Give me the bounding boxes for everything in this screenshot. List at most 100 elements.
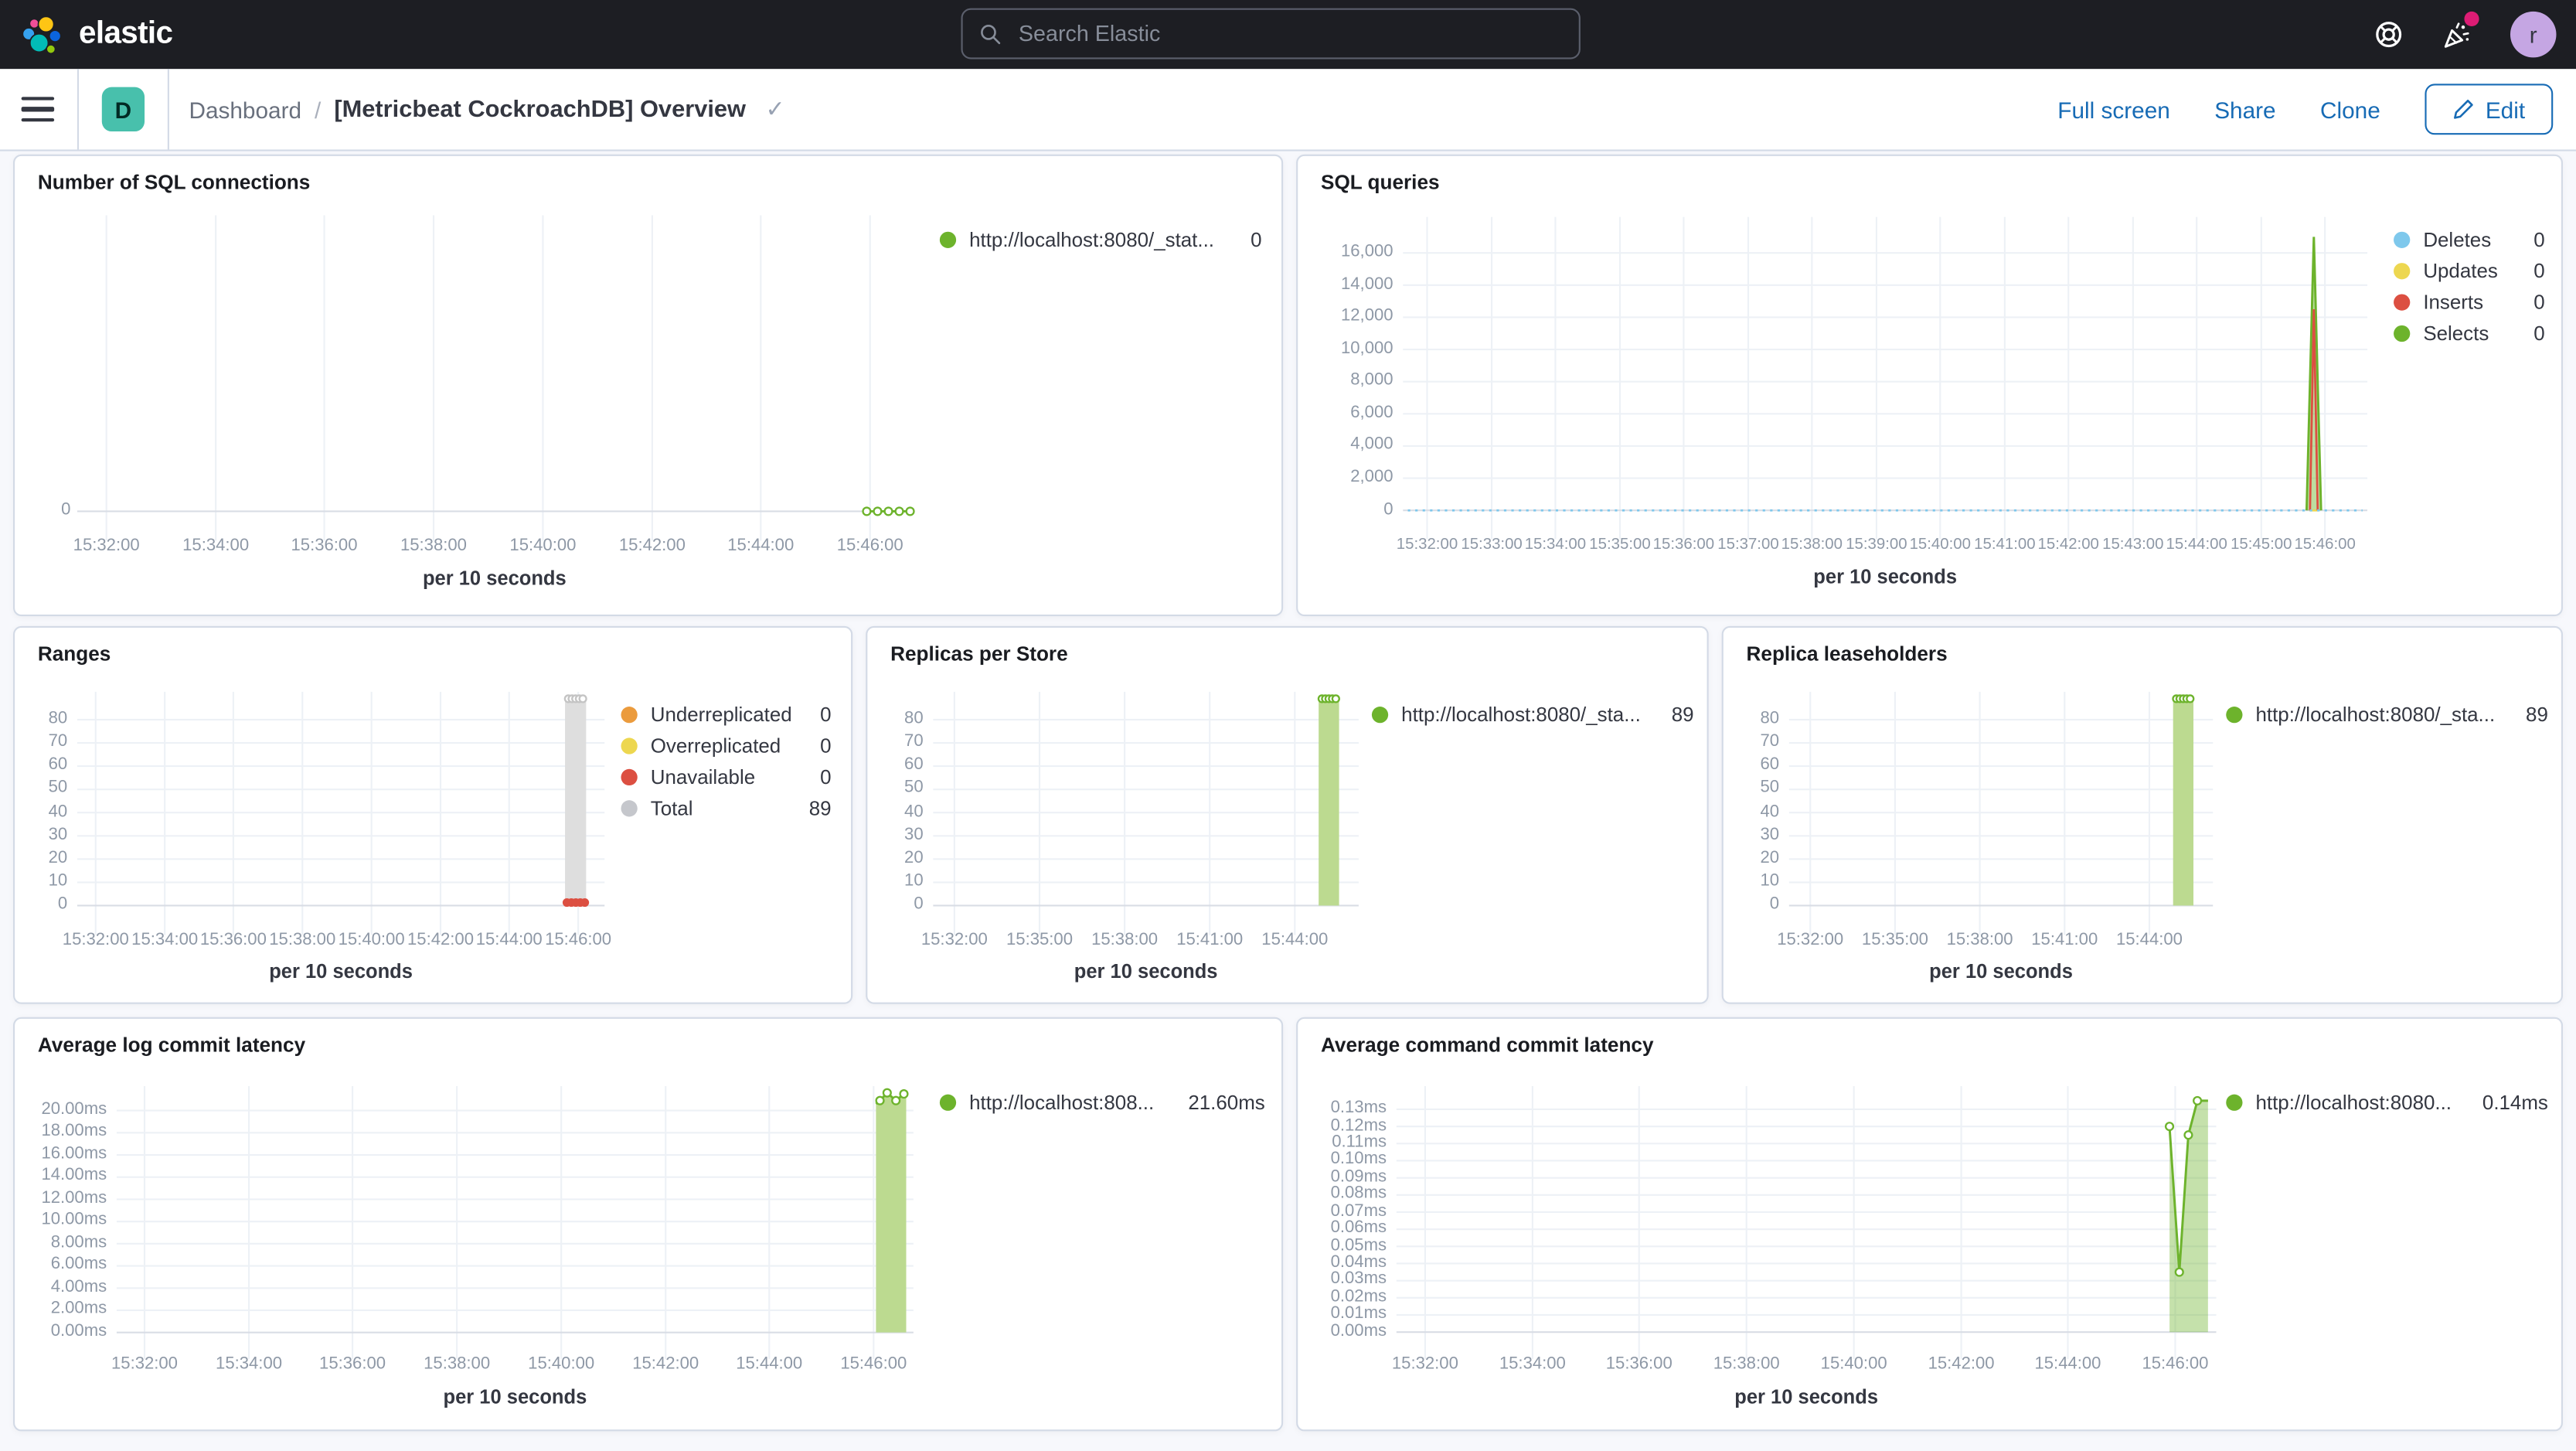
x-tick-label: 15:32:00 xyxy=(62,932,129,950)
chart-svg xyxy=(116,1086,914,1359)
chart-plot[interactable] xyxy=(77,215,915,541)
legend-value: 0 xyxy=(2533,228,2545,252)
x-tick-label: 15:40:00 xyxy=(338,932,405,950)
chart-plot[interactable] xyxy=(1788,691,2214,935)
help-button[interactable] xyxy=(2374,20,2404,49)
legend-item[interactable]: Selects 0 xyxy=(2394,322,2545,346)
whats-new-button[interactable] xyxy=(2442,10,2479,49)
x-tick-label: 15:32:00 xyxy=(111,1355,178,1374)
legend-item[interactable]: Underreplicated 0 xyxy=(621,703,832,727)
full-screen-button[interactable]: Full screen xyxy=(2057,96,2170,122)
panel-sql-queries: SQL queries 0 2,000 4,000 6,000 8,000 10,000 1… xyxy=(1296,154,2563,617)
chart-svg xyxy=(1396,1086,2217,1359)
x-tick-label: 15:44:00 xyxy=(2115,932,2183,950)
legend-value: 0 xyxy=(2533,259,2545,283)
x-tick-label: 15:40:00 xyxy=(1820,1355,1887,1374)
x-tick-label: 15:44:00 xyxy=(2166,535,2227,554)
title-check-icon[interactable]: ✓ xyxy=(766,95,785,123)
chart-plot[interactable] xyxy=(1396,1086,2217,1359)
y-tick-label: 0.00ms xyxy=(50,1322,107,1341)
x-tick-label: 15:36:00 xyxy=(1652,535,1715,554)
legend-item[interactable]: http://localhost:8080... 0.14ms xyxy=(2226,1091,2548,1114)
y-tick-label: 0.08ms xyxy=(1330,1185,1387,1204)
x-tick-label: 15:46:00 xyxy=(836,537,903,556)
x-tick-label: 15:46:00 xyxy=(2142,1355,2209,1374)
breadcrumb-separator: / xyxy=(315,96,322,123)
y-tick-label: 20.00ms xyxy=(41,1100,107,1119)
x-tick-label: 15:34:00 xyxy=(131,932,199,950)
search-input[interactable] xyxy=(1015,19,1563,48)
x-tick-label: 15:44:00 xyxy=(475,932,543,950)
chart-plot[interactable] xyxy=(77,691,605,935)
chart-plot[interactable] xyxy=(933,691,1359,935)
y-tick-label: 20 xyxy=(48,849,68,867)
y-tick-label: 50 xyxy=(1760,779,1780,798)
y-tick-label: 60 xyxy=(1760,756,1780,775)
legend-label: http://localhost:8080... xyxy=(2255,1091,2452,1115)
legend-item[interactable]: Total 89 xyxy=(621,797,832,820)
y-tick-label: 16,000 xyxy=(1340,243,1393,261)
y-tick-label: 0 xyxy=(57,895,68,915)
legend-dot xyxy=(939,231,957,248)
x-tick-label: 15:38:00 xyxy=(1713,1355,1780,1374)
legend-item[interactable]: http://localhost:8080/_stat... 0 xyxy=(939,228,1261,251)
y-tick-label: 50 xyxy=(48,779,68,798)
chart-legend: Deletes 0 Updates 0 Inserts 0 Selects 0 xyxy=(2394,228,2545,345)
legend-item[interactable]: Inserts 0 xyxy=(2394,291,2545,314)
x-tick-label: 15:46:00 xyxy=(2294,535,2356,554)
panel-title: Replica leaseholders xyxy=(1746,642,1948,666)
panel-replicas-per-store: Replicas per Store 0 10 20 30 40 50 60 70 80 15:… xyxy=(866,625,1709,1004)
breadcrumb-dashboard[interactable]: Dashboard xyxy=(189,96,301,122)
legend-item[interactable]: Updates 0 xyxy=(2394,260,2545,283)
share-button[interactable]: Share xyxy=(2214,96,2275,122)
y-tick-label: 6.00ms xyxy=(50,1255,107,1275)
chart-legend: Underreplicated 0 Overreplicated 0 Unavailab… xyxy=(621,703,832,820)
legend-label: Updates xyxy=(2423,259,2498,283)
y-tick-label: 0.10ms xyxy=(1330,1150,1387,1170)
chart-plot[interactable] xyxy=(1403,216,2368,540)
legend-value: 0.14ms xyxy=(2482,1091,2548,1115)
legend-item[interactable]: Deletes 0 xyxy=(2394,228,2545,251)
legend-value: 0 xyxy=(2533,291,2545,314)
clone-button[interactable]: Clone xyxy=(2320,96,2380,122)
legend-item[interactable]: http://localhost:808... 21.60ms xyxy=(939,1091,1265,1115)
panel-number-of-sql-connections: Number of SQL connections 0 15:32:00 15:3… xyxy=(13,154,1284,617)
global-search[interactable] xyxy=(961,8,1581,60)
legend-label: http://localhost:8080/_sta... xyxy=(1401,703,1641,727)
y-tick-label: 0.11ms xyxy=(1332,1133,1387,1152)
y-tick-label: 0.03ms xyxy=(1330,1270,1387,1289)
x-tick-label: 15:42:00 xyxy=(1928,1355,1995,1374)
y-tick-label: 0 xyxy=(914,895,924,915)
y-axis-labels: 0 10 20 30 40 50 60 70 80 xyxy=(884,692,924,922)
legend-label: http://localhost:808... xyxy=(969,1091,1155,1115)
y-tick-label: 4,000 xyxy=(1350,436,1393,455)
x-axis-title: per 10 seconds xyxy=(1734,1385,1879,1408)
y-tick-label: 10 xyxy=(904,872,924,891)
y-tick-label: 2.00ms xyxy=(50,1300,107,1319)
legend-dot xyxy=(2226,1094,2243,1111)
x-tick-label: 15:32:00 xyxy=(920,932,988,950)
x-tick-label: 15:38:00 xyxy=(400,537,467,556)
legend-dot xyxy=(621,707,638,724)
legend-item[interactable]: http://localhost:8080/_sta... 89 xyxy=(1371,703,1694,727)
edit-button[interactable]: Edit xyxy=(2425,83,2554,135)
legend-value: 89 xyxy=(1671,703,1694,727)
chart-plot[interactable] xyxy=(116,1086,914,1359)
x-tick-label: 15:37:00 xyxy=(1717,535,1779,554)
x-tick-label: 15:38:00 xyxy=(424,1355,491,1374)
legend-item[interactable]: Overreplicated 0 xyxy=(621,734,832,758)
legend-value: 0 xyxy=(820,703,832,727)
space-badge[interactable]: D xyxy=(101,87,145,132)
x-tick-label: 15:34:00 xyxy=(1524,535,1587,554)
legend-label: Selects xyxy=(2423,322,2489,346)
x-tick-label: 15:46:00 xyxy=(545,932,612,950)
elastic-brand[interactable]: elastic xyxy=(20,0,173,69)
legend-item[interactable]: Unavailable 0 xyxy=(621,766,832,789)
x-tick-label: 15:36:00 xyxy=(319,1355,386,1374)
user-avatar[interactable]: r xyxy=(2510,11,2557,58)
panel-average-command-commit-latency: Average command commit latency 0.00ms 0.0… xyxy=(1296,1017,2563,1432)
y-tick-label: 0.12ms xyxy=(1330,1116,1387,1135)
legend-item[interactable]: http://localhost:8080/_sta... 89 xyxy=(2226,703,2548,727)
x-tick-label: 15:44:00 xyxy=(2034,1355,2101,1374)
menu-button[interactable] xyxy=(21,97,55,122)
